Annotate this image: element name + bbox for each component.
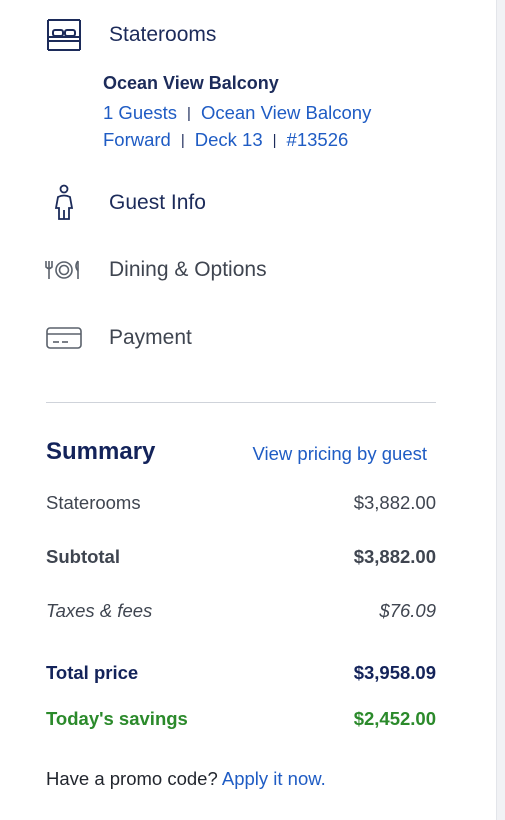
person-icon xyxy=(44,183,84,223)
step-label-staterooms: Staterooms xyxy=(109,23,217,46)
view-pricing-by-guest-link[interactable]: View pricing by guest xyxy=(253,443,427,465)
row-value: $2,452.00 xyxy=(353,708,436,729)
step-label-guest-info: Guest Info xyxy=(109,191,206,214)
section-divider xyxy=(46,402,436,403)
separator: | xyxy=(187,105,191,122)
row-label: Total price xyxy=(46,662,139,683)
room-category-link[interactable]: Ocean View Balcony xyxy=(201,102,371,123)
stateroom-type: Ocean View Balcony xyxy=(103,73,279,93)
promo-code-prompt: Have a promo code? Apply it now. xyxy=(46,768,326,790)
separator: | xyxy=(272,132,277,149)
row-value: $3,882.00 xyxy=(353,546,436,567)
step-label-dining: Dining & Options xyxy=(109,258,267,281)
stateroom-details-line-1: 1 Guests | Ocean View Balcony xyxy=(103,102,371,124)
step-guest-info[interactable]: Guest Info xyxy=(0,183,470,223)
dining-icon xyxy=(44,250,84,290)
guest-count-link[interactable]: 1 Guests xyxy=(103,102,177,123)
summary-row-staterooms: Staterooms $3,882.00 xyxy=(46,492,436,514)
step-dining[interactable]: Dining & Options xyxy=(0,250,470,290)
row-label: Subtotal xyxy=(46,546,120,567)
row-label: Staterooms xyxy=(46,492,141,513)
deck-link[interactable]: Deck 13 xyxy=(195,129,263,150)
apply-promo-link[interactable]: Apply it now. xyxy=(222,768,326,789)
row-label: Today's savings xyxy=(46,708,188,729)
bed-icon xyxy=(44,15,84,55)
room-number-link[interactable]: #13526 xyxy=(287,129,349,150)
credit-card-icon xyxy=(44,318,84,358)
row-value: $3,958.09 xyxy=(353,662,436,683)
room-location-link[interactable]: Forward xyxy=(103,129,171,150)
row-value: $3,882.00 xyxy=(353,492,436,513)
summary-row-total: Total price $3,958.09 xyxy=(46,662,436,684)
summary-row-taxes: Taxes & fees $76.09 xyxy=(46,600,436,622)
row-value: $76.09 xyxy=(379,600,436,621)
booking-sidebar: Staterooms Ocean View Balcony 1 Guests | O… xyxy=(0,0,496,820)
panel-edge xyxy=(496,0,505,820)
summary-row-subtotal: Subtotal $3,882.00 xyxy=(46,546,436,568)
step-payment[interactable]: Payment xyxy=(0,318,470,358)
row-label: Taxes & fees xyxy=(46,600,153,621)
stateroom-details-line-2: Forward | Deck 13 | #13526 xyxy=(103,129,348,151)
separator: | xyxy=(180,132,185,149)
summary-title: Summary xyxy=(46,438,156,465)
summary-row-savings: Today's savings $2,452.00 xyxy=(46,708,436,730)
step-staterooms[interactable]: Staterooms xyxy=(0,15,470,55)
promo-text: Have a promo code? xyxy=(46,768,218,789)
step-label-payment: Payment xyxy=(109,326,192,349)
